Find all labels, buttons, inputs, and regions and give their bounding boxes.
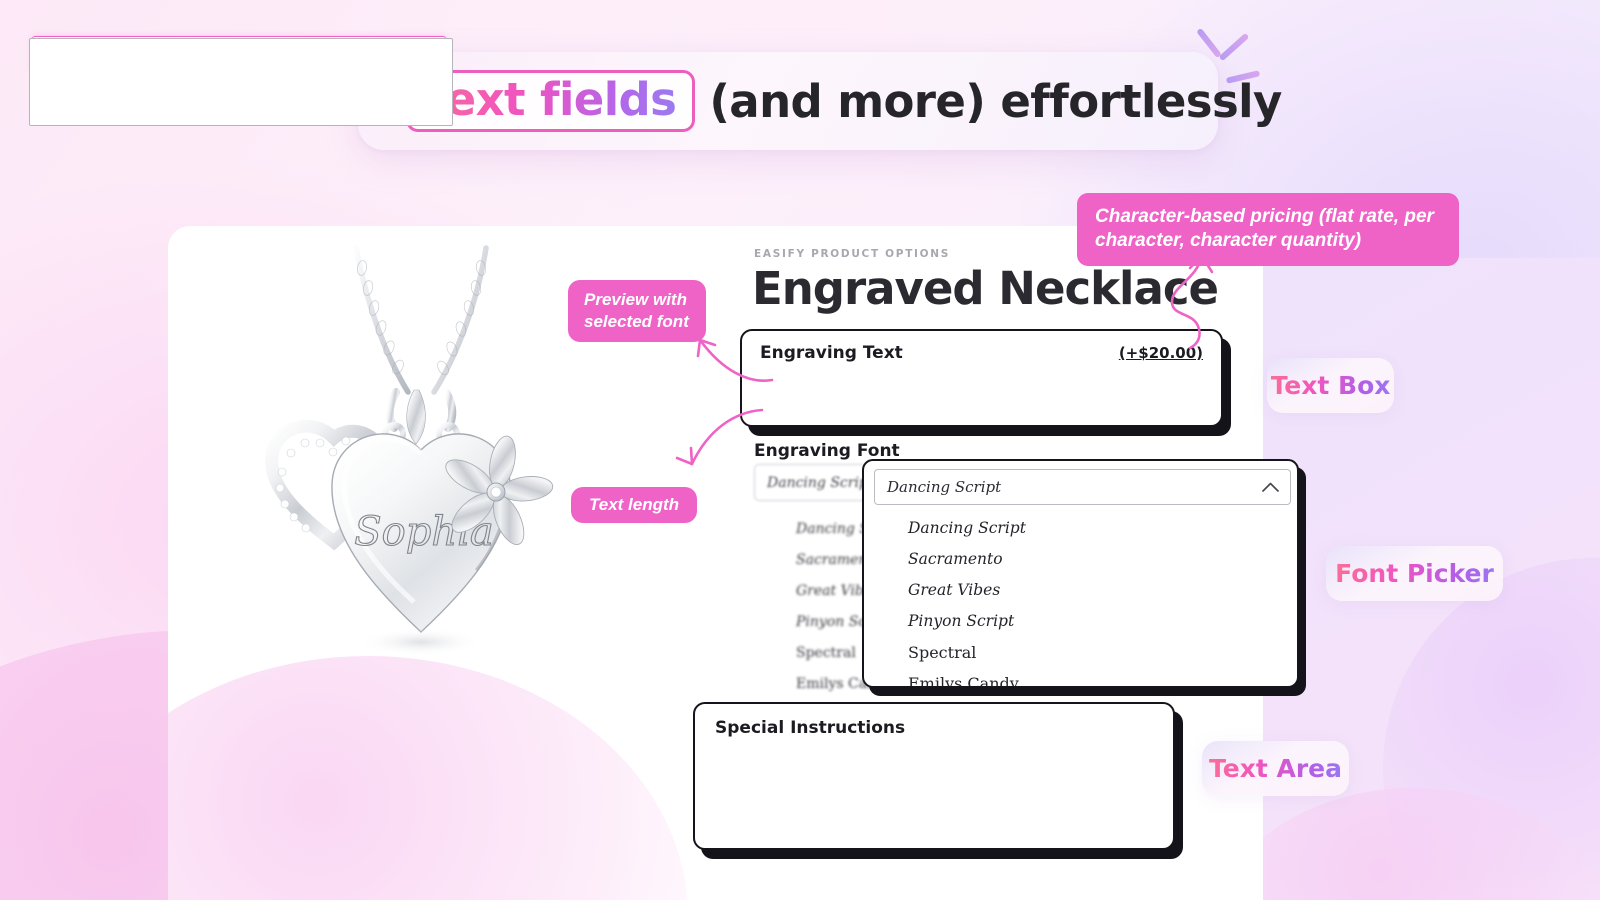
font-picker-dropdown[interactable]: Dancing Script Dancing Script Sacramento… (862, 459, 1299, 688)
special-instructions-label: Special Instructions (715, 718, 906, 738)
font-option[interactable]: Sacramento (908, 544, 1297, 575)
brand-eyebrow: EASIFY PRODUCT OPTIONS (754, 248, 951, 260)
label-text-box: Text Box (1267, 358, 1394, 413)
headline-boxed-label: text fields (424, 73, 677, 126)
font-option-list[interactable]: Dancing Script Sacramento Great Vibes Pi… (864, 513, 1297, 686)
card-pink-blob (168, 656, 688, 900)
label-text-box-text: Text Box (1270, 371, 1391, 400)
special-instructions-textarea[interactable] (29, 38, 453, 126)
label-text-area: Text Area (1202, 741, 1349, 796)
engraving-font-label: Engraving Font (754, 441, 900, 461)
product-image: Sophia (265, 245, 554, 656)
label-font-picker: Font Picker (1326, 546, 1503, 601)
sparkle-icon (1186, 18, 1266, 90)
font-picker-select[interactable]: Dancing Script (874, 469, 1291, 505)
font-option[interactable]: Dancing Script (908, 513, 1297, 544)
font-option[interactable]: Emilys Candy (908, 668, 1297, 686)
special-instructions-card: Special Instructions (693, 702, 1175, 850)
price-modifier: (+$20.00) (1118, 344, 1203, 362)
font-option[interactable]: Great Vibes (908, 575, 1297, 606)
label-font-picker-text: Font Picker (1335, 559, 1494, 588)
font-option[interactable]: Spectral (908, 637, 1297, 668)
font-picker-selected-value: Dancing Script (887, 478, 1002, 496)
callout-text-length: Text length (571, 487, 698, 523)
page-title: Engraved Necklace (752, 262, 1219, 315)
chevron-up-icon[interactable] (1261, 481, 1280, 493)
engraving-text-field-card: Engraving Text (+$20.00) (740, 329, 1223, 427)
promo-canvas: Add text fields (and more) effortlessly (0, 0, 1600, 900)
font-option[interactable]: Pinyon Script (908, 606, 1297, 637)
label-text-area-text: Text Area (1209, 754, 1342, 783)
callout-character-pricing: Character-based pricing (flat rate, per … (1077, 193, 1459, 266)
headline-card: Add text fields (and more) effortlessly (294, 52, 1282, 150)
callout-preview-font: Preview with selected font (568, 280, 706, 342)
